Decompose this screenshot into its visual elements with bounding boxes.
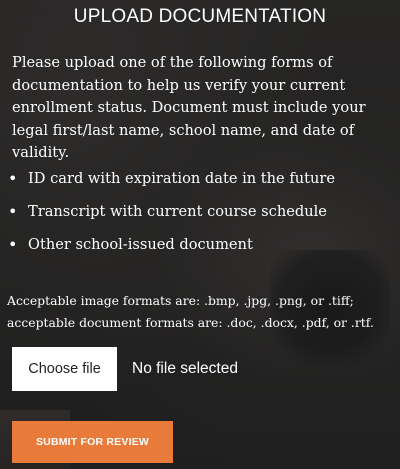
intro-text: Please upload one of the following forms… bbox=[12, 54, 366, 161]
file-status-text: No file selected bbox=[132, 360, 238, 377]
accepted-formats-text: Acceptable image formats are: .bmp, .jpg… bbox=[7, 290, 397, 334]
choose-file-button[interactable]: Choose file bbox=[12, 347, 117, 391]
document-formats-line: acceptable document formats are: .doc, .… bbox=[7, 315, 374, 330]
submit-for-review-button[interactable]: SUBMIT FOR REVIEW bbox=[12, 421, 173, 463]
image-formats-line: Acceptable image formats are: .bmp, .jpg… bbox=[7, 293, 354, 308]
list-item: • ID card with expiration date in the fu… bbox=[8, 162, 335, 195]
list-item: • Transcript with current course schedul… bbox=[8, 195, 335, 228]
list-item: • Other school-issued document bbox=[8, 228, 335, 261]
list-item-label: Other school-issued document bbox=[28, 236, 253, 253]
list-item-label: Transcript with current course schedule bbox=[28, 203, 327, 220]
bullet-icon: • bbox=[8, 235, 18, 254]
upload-documentation-panel: UPLOAD DOCUMENTATION Please upload one o… bbox=[0, 0, 400, 469]
list-item-label: ID card with expiration date in the futu… bbox=[28, 170, 336, 187]
bullet-icon: • bbox=[8, 169, 18, 188]
page-title: UPLOAD DOCUMENTATION bbox=[73, 6, 327, 27]
bullet-icon: • bbox=[8, 202, 18, 221]
document-list: • ID card with expiration date in the fu… bbox=[8, 162, 335, 261]
file-input: Choose file No file selected bbox=[12, 347, 238, 391]
